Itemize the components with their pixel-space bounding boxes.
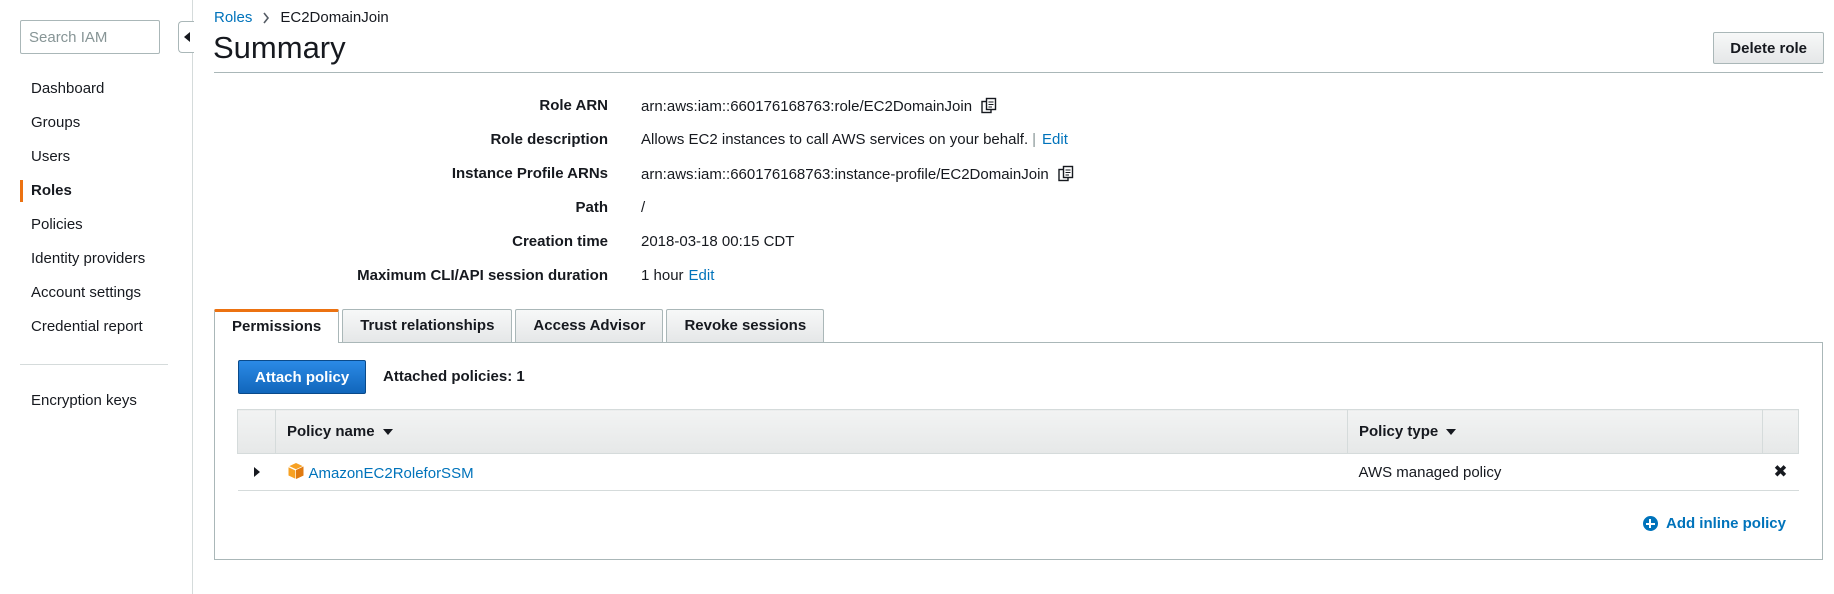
role-description-value-wrap: Allows EC2 instances to call AWS service…	[641, 131, 1068, 148]
chevron-right-icon	[263, 12, 270, 23]
copy-icon[interactable]	[1057, 165, 1075, 183]
sidebar-item-credential-report[interactable]: Credential report	[0, 310, 191, 344]
copy-icon[interactable]	[980, 97, 998, 115]
policy-type-header-label: Policy type	[1359, 423, 1439, 440]
policy-table: Policy name Policy type AmazonEC2Rolefor…	[237, 409, 1799, 491]
instance-profile-value: arn:aws:iam::660176168763:instance-profi…	[641, 165, 1049, 183]
instance-profile-value-wrap: arn:aws:iam::660176168763:instance-profi…	[641, 165, 1075, 183]
table-header-row: Policy name Policy type	[237, 409, 1799, 454]
creation-time-label: Creation time	[512, 233, 608, 250]
sidebar-nav: Dashboard Groups Users Roles Policies Id…	[0, 72, 191, 344]
sidebar: Dashboard Groups Users Roles Policies Id…	[0, 0, 194, 594]
table-row: AmazonEC2RoleforSSM AWS managed policy ✖	[237, 453, 1799, 491]
sort-caret-down-icon[interactable]	[382, 429, 393, 436]
edit-session-duration-link[interactable]: Edit	[689, 267, 715, 284]
sidebar-item-dashboard[interactable]: Dashboard	[0, 72, 191, 106]
column-header-policy-type[interactable]: Policy type	[1347, 409, 1763, 454]
policy-name-header-label: Policy name	[287, 423, 375, 440]
max-session-value: 1 hour	[641, 267, 684, 284]
expand-cell	[237, 453, 276, 491]
policy-type-cell: AWS managed policy	[1347, 453, 1763, 491]
tab-trust-relationships[interactable]: Trust relationships	[342, 309, 513, 342]
delete-role-button[interactable]: Delete role	[1713, 32, 1824, 64]
page-title: Summary	[213, 30, 346, 65]
tab-permissions[interactable]: Permissions	[214, 309, 340, 343]
tab-revoke-sessions[interactable]: Revoke sessions	[666, 309, 825, 342]
sidebar-item-identity-providers[interactable]: Identity providers	[0, 242, 191, 276]
add-inline-policy-button[interactable]: Add inline policy	[1642, 515, 1786, 532]
sidebar-divider	[20, 364, 168, 365]
tab-access-advisor[interactable]: Access Advisor	[515, 309, 664, 342]
path-value: /	[641, 199, 646, 216]
separator: |	[1032, 131, 1037, 148]
role-description-label: Role description	[490, 131, 608, 148]
policy-name-link[interactable]: AmazonEC2RoleforSSM	[309, 465, 474, 482]
title-divider	[214, 72, 1823, 73]
attach-policy-button[interactable]: Attach policy	[238, 360, 367, 394]
permissions-panel: Attach policy Attached policies: 1 Polic…	[214, 342, 1823, 560]
creation-time-value: 2018-03-18 00:15 CDT	[641, 233, 795, 250]
instance-profile-label: Instance Profile ARNs	[451, 165, 608, 182]
sidebar-item-account-settings[interactable]: Account settings	[0, 276, 191, 310]
role-description-value: Allows EC2 instances to call AWS service…	[641, 131, 1029, 148]
sort-caret-down-icon[interactable]	[1446, 429, 1457, 436]
max-session-value-wrap: 1 hour Edit	[641, 267, 714, 284]
add-inline-policy-label: Add inline policy	[1665, 515, 1786, 532]
role-arn-value: arn:aws:iam::660176168763:role/EC2Domain…	[641, 97, 973, 115]
plus-circle-icon	[1642, 516, 1658, 531]
max-session-label: Maximum CLI/API session duration	[357, 267, 608, 284]
close-icon[interactable]: ✖	[1773, 462, 1787, 481]
column-header-policy-name[interactable]: Policy name	[275, 409, 1348, 454]
breadcrumb-current: EC2DomainJoin	[280, 9, 389, 26]
edit-description-link[interactable]: Edit	[1042, 131, 1068, 148]
attached-policies-count: Attached policies: 1	[383, 368, 525, 385]
remove-cell: ✖	[1762, 453, 1799, 491]
sidebar-collapse-button[interactable]	[178, 21, 194, 53]
expand-row-icon[interactable]	[253, 466, 260, 477]
sidebar-item-groups[interactable]: Groups	[0, 106, 191, 140]
sidebar-item-roles[interactable]: Roles	[0, 174, 191, 208]
policy-name-cell: AmazonEC2RoleforSSM	[275, 453, 1348, 491]
breadcrumb-roles-link[interactable]: Roles	[214, 9, 252, 26]
search-input[interactable]	[20, 20, 160, 54]
role-arn-value-wrap: arn:aws:iam::660176168763:role/EC2Domain…	[641, 97, 998, 115]
role-arn-label: Role ARN	[539, 97, 608, 114]
chevron-left-icon	[183, 32, 190, 42]
actions-column-header	[1762, 409, 1799, 454]
role-tabs: Permissions Trust relationships Access A…	[214, 309, 825, 343]
cube-icon	[287, 463, 304, 479]
breadcrumb: Roles EC2DomainJoin	[214, 9, 389, 26]
sidebar-item-users[interactable]: Users	[0, 140, 191, 174]
sidebar-item-encryption-keys[interactable]: Encryption keys	[0, 384, 191, 418]
sidebar-item-policies[interactable]: Policies	[0, 208, 191, 242]
sidebar-nav-bottom: Encryption keys	[0, 384, 191, 418]
path-label: Path	[575, 199, 608, 216]
expand-column-header	[237, 409, 276, 454]
